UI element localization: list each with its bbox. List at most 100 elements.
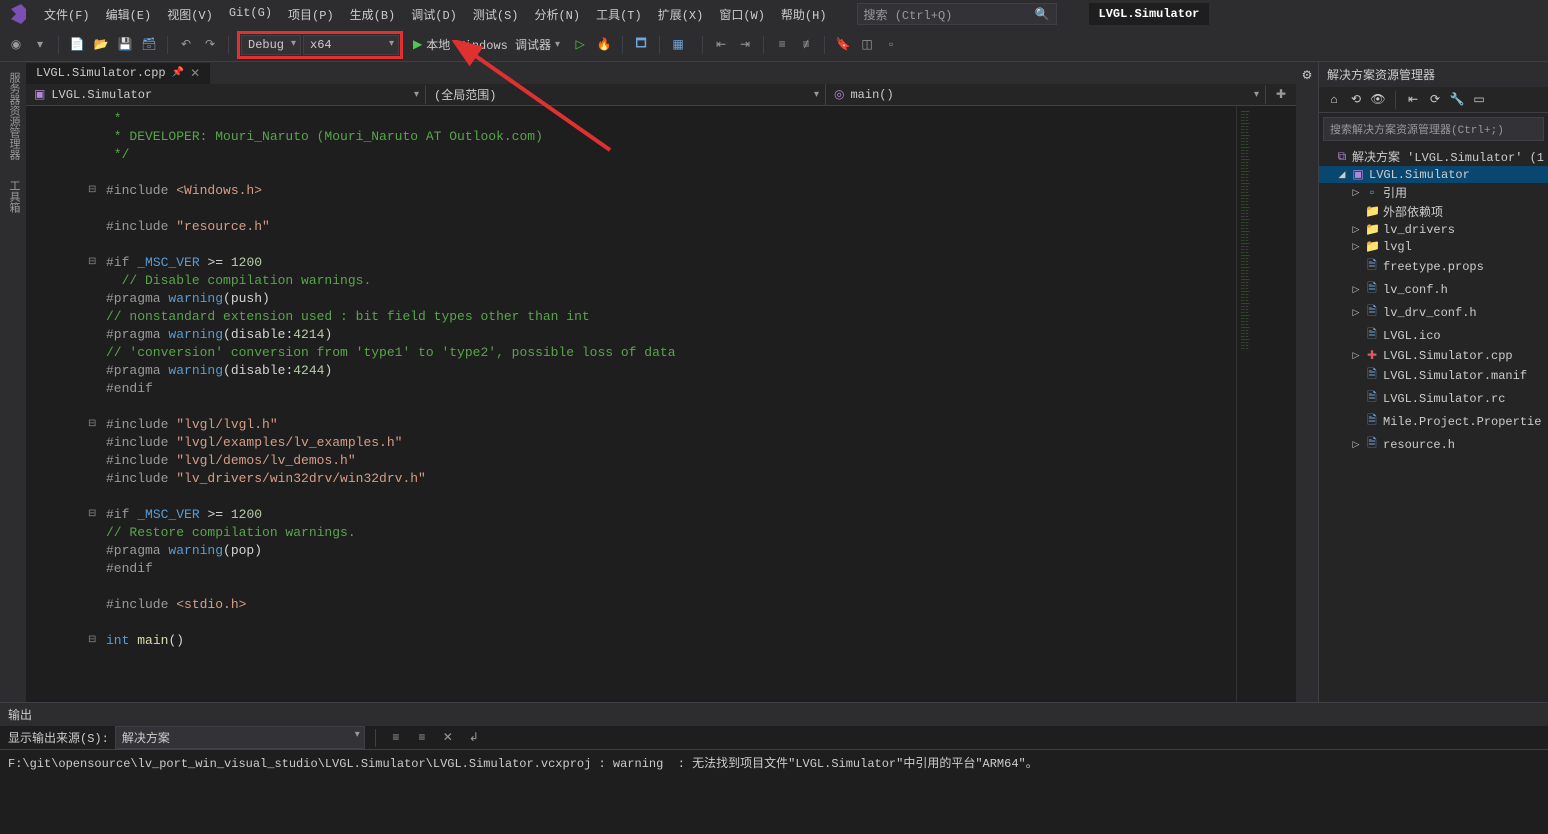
code-editor[interactable]: * * DEVELOPER: Mouri_Naruto (Mouri_Narut… <box>26 106 1296 702</box>
fold-toggle[interactable]: ⊟ <box>88 416 96 434</box>
tree-item-lvgl[interactable]: ▷📁lvgl <box>1319 238 1548 255</box>
config-dropdown[interactable]: Debug <box>241 35 301 55</box>
menu-测试(S)[interactable]: 测试(S) <box>465 2 527 27</box>
output-text[interactable]: F:\git\opensource\lv_port_win_visual_stu… <box>0 750 1548 834</box>
sync-icon[interactable]: ⟲ <box>1347 91 1365 109</box>
nav-fwd-icon[interactable]: ▾ <box>30 35 50 55</box>
code-nav-bar: ▣ LVGL.Simulator (全局范围) ◎ main() ✚ <box>26 84 1296 106</box>
project-name: LVGL.Simulator <box>1089 3 1210 25</box>
menu-项目(P)[interactable]: 项目(P) <box>280 2 342 27</box>
menu-编辑(E)[interactable]: 编辑(E) <box>98 2 160 27</box>
tree-item-解决方案 'LVGL.Simulator' (1[interactable]: ⧉解决方案 'LVGL.Simulator' (1 <box>1319 147 1548 166</box>
editor-tabs: LVGL.Simulator.cpp 📌 ✕ <box>26 62 1296 84</box>
props-icon[interactable]: 🔧 <box>1448 91 1466 109</box>
solution-explorer: 解决方案资源管理器 ⌂ ⟲ 👁 ⇤ ⟳ 🔧 ▭ 搜索解决方案资源管理器(Ctrl… <box>1318 62 1548 702</box>
tree-item-lv_drivers[interactable]: ▷📁lv_drivers <box>1319 221 1548 238</box>
fold-toggle[interactable]: ⊟ <box>88 506 96 524</box>
start-nodebug-icon[interactable]: ▷ <box>570 35 590 55</box>
home-icon[interactable]: ⌂ <box>1325 91 1343 109</box>
redo-icon[interactable]: ↷ <box>200 35 220 55</box>
comment-icon[interactable]: ≡ <box>772 35 792 55</box>
solution-explorer-toolbar: ⌂ ⟲ 👁 ⇤ ⟳ 🔧 ▭ <box>1319 87 1548 113</box>
fold-toggle[interactable]: ⊟ <box>88 632 96 650</box>
gear-icon[interactable]: ⚙ <box>1302 68 1313 83</box>
output-toolbar: 显示输出来源(S): 解决方案 ≡ ≡ ✕ ↲ <box>0 726 1548 750</box>
menu-分析(N)[interactable]: 分析(N) <box>526 2 588 27</box>
menu-文件(F)[interactable]: 文件(F) <box>36 2 98 27</box>
search-input[interactable]: 搜索 (Ctrl+Q) 🔍 <box>857 3 1057 25</box>
nav-member-dropdown[interactable]: ◎ main() <box>826 85 1266 104</box>
toolbox-tab[interactable]: 工具箱 <box>3 174 23 219</box>
start-debug-button[interactable]: ▶ 本地 Windows 调试器 ▾ <box>407 34 566 55</box>
toolbar: ◉ ▾ 📄 📂 💾 🗃 ↶ ↷ Debug x64 ▶ 本地 Windows 调… <box>0 28 1548 62</box>
pin-icon[interactable]: 📌 <box>172 67 184 79</box>
menu-扩展(X)[interactable]: 扩展(X) <box>650 2 712 27</box>
tree-item-引用[interactable]: ▷▫引用 <box>1319 183 1548 202</box>
bookmark3-icon[interactable]: ▫ <box>881 35 901 55</box>
nav-scope-dropdown[interactable]: (全局范围) <box>426 84 826 105</box>
method-icon: ◎ <box>834 87 844 102</box>
output-source-dropdown[interactable]: 解决方案 <box>115 726 365 749</box>
menu-Git(G)[interactable]: Git(G) <box>221 2 280 27</box>
tree-item-LVGL.Simulator[interactable]: ◢▣LVGL.Simulator <box>1319 166 1548 183</box>
solution-search-input[interactable]: 搜索解决方案资源管理器(Ctrl+;) <box>1323 117 1544 141</box>
hot-reload-icon[interactable]: 🔥 <box>594 35 614 55</box>
layout-icon[interactable]: ▦ <box>668 35 688 55</box>
tree-item-LVGL.Simulator.manif[interactable]: 🗎LVGL.Simulator.manif <box>1319 364 1548 387</box>
menu-帮助(H)[interactable]: 帮助(H) <box>773 2 835 27</box>
wrap-icon[interactable]: ↲ <box>464 728 484 748</box>
tree-item-resource.h[interactable]: ▷🗎resource.h <box>1319 433 1548 456</box>
indent-icon[interactable]: ⇤ <box>711 35 731 55</box>
browser-icon[interactable]: 🗖 <box>631 35 651 55</box>
bookmark-icon[interactable]: 🔖 <box>833 35 853 55</box>
menu-生成(B)[interactable]: 生成(B) <box>342 2 404 27</box>
output-panel: 输出 显示输出来源(S): 解决方案 ≡ ≡ ✕ ↲ F:\git\openso… <box>0 702 1548 834</box>
show-all-icon[interactable]: 👁 <box>1369 91 1387 109</box>
menu-调试(D)[interactable]: 调试(D) <box>403 2 465 27</box>
output-source-label: 显示输出来源(S): <box>8 729 109 746</box>
clear-icon[interactable]: ✕ <box>438 728 458 748</box>
tree-item-外部依赖项[interactable]: 📁外部依赖项 <box>1319 202 1548 221</box>
play-icon: ▶ <box>413 37 422 52</box>
uncomment-icon[interactable]: ≢ <box>796 35 816 55</box>
gutter <box>26 106 96 702</box>
refresh-icon[interactable]: ⟳ <box>1426 91 1444 109</box>
menu-视图(V)[interactable]: 视图(V) <box>159 2 221 27</box>
tree-item-lv_conf.h[interactable]: ▷🗎lv_conf.h <box>1319 278 1548 301</box>
open-icon[interactable]: 📂 <box>91 35 111 55</box>
solution-explorer-title: 解决方案资源管理器 <box>1319 62 1548 87</box>
goto-icon[interactable]: ≡ <box>386 728 406 748</box>
new-file-icon[interactable]: 📄 <box>67 35 87 55</box>
save-all-icon[interactable]: 🗃 <box>139 35 159 55</box>
tree-item-LVGL.ico[interactable]: 🗎LVGL.ico <box>1319 324 1548 347</box>
solution-tree[interactable]: ⧉解决方案 'LVGL.Simulator' (1◢▣LVGL.Simulato… <box>1319 145 1548 702</box>
collapse-icon[interactable]: ⇤ <box>1404 91 1422 109</box>
outdent-icon[interactable]: ⇥ <box>735 35 755 55</box>
preview-icon[interactable]: ▭ <box>1470 91 1488 109</box>
tree-item-lv_drv_conf.h[interactable]: ▷🗎lv_drv_conf.h <box>1319 301 1548 324</box>
search-icon: 🔍 <box>1035 7 1050 22</box>
nav-project-dropdown[interactable]: ▣ LVGL.Simulator <box>26 85 426 104</box>
undo-icon[interactable]: ↶ <box>176 35 196 55</box>
prev-icon[interactable]: ≡ <box>412 728 432 748</box>
main-area: 服务器资源管理器 工具箱 LVGL.Simulator.cpp 📌 ✕ ▣ LV… <box>0 62 1548 702</box>
server-explorer-tab[interactable]: 服务器资源管理器 <box>3 66 23 166</box>
fold-toggle[interactable]: ⊟ <box>88 182 96 200</box>
save-icon[interactable]: 💾 <box>115 35 135 55</box>
menu-工具(T)[interactable]: 工具(T) <box>588 2 650 27</box>
tree-item-LVGL.Simulator.cpp[interactable]: ▷✚LVGL.Simulator.cpp <box>1319 347 1548 364</box>
vs-logo-icon <box>6 4 26 24</box>
close-icon[interactable]: ✕ <box>190 66 200 81</box>
left-tool-tabs: 服务器资源管理器 工具箱 <box>0 62 26 702</box>
output-title: 输出 <box>0 703 1548 726</box>
tree-item-Mile.Project.Propertie[interactable]: 🗎Mile.Project.Propertie <box>1319 410 1548 433</box>
minimap[interactable]: ▬▬▬▬▬▬▬▬▬▬ ▬▬▬▬▬ ▬▬▬▬▬ ▬▬▬▬▬▬▬▬▬▬▬▬ ▬▬▬▬… <box>1236 106 1296 702</box>
tree-item-freetype.props[interactable]: 🗎freetype.props <box>1319 255 1548 278</box>
bookmark2-icon[interactable]: ◫ <box>857 35 877 55</box>
platform-dropdown[interactable]: x64 <box>303 35 399 55</box>
file-tab-active[interactable]: LVGL.Simulator.cpp 📌 ✕ <box>26 63 210 84</box>
nav-back-icon[interactable]: ◉ <box>6 35 26 55</box>
fold-toggle[interactable]: ⊟ <box>88 254 96 272</box>
menu-窗口(W)[interactable]: 窗口(W) <box>711 2 773 27</box>
tree-item-LVGL.Simulator.rc[interactable]: 🗎LVGL.Simulator.rc <box>1319 387 1548 410</box>
